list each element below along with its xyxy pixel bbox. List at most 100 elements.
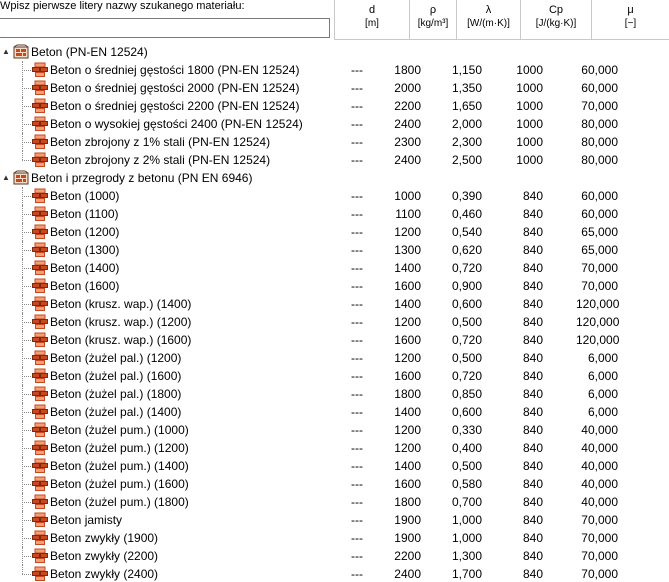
material-row[interactable]: Beton (1100) --- 1100 0,460 840 60,000 [0,205,669,223]
material-item-icon [32,566,48,582]
material-row[interactable]: Beton (żużel pal.) (1200) --- 1200 0,500 840… [0,349,669,367]
material-row[interactable]: Beton (żużel pal.) (1400) --- 1400 0,600 840… [0,403,669,421]
cell-lambda: 0,720 [451,369,482,383]
material-row[interactable]: Beton zbrojony z 1% stali (PN-EN 12524) -… [0,133,669,151]
cell-d: --- [351,297,363,311]
cell-d: --- [351,261,363,275]
material-row[interactable]: Beton zwykły (1900) --- 1900 1,000 840 70,000 [0,529,669,547]
table-header: Wpisz pierwsze litery nazwy szukanego ma… [0,0,669,40]
material-row[interactable]: Beton (żużel pum.) (1200) --- 1200 0,400 840… [0,439,669,457]
cell-mu: 6,000 [587,351,618,365]
column-header-lambda[interactable]: λ [W/(m·K)] [456,0,520,40]
tree-guide-line [22,430,31,431]
cell-rho: 1200 [394,441,421,455]
column-header-d[interactable]: d [m] [334,0,409,40]
material-item-icon [32,422,48,438]
material-row[interactable]: Beton zbrojony z 2% stali (PN-EN 12524) -… [0,151,669,169]
cell-mu: 60,000 [581,207,618,221]
tree-guide-line [22,412,31,413]
material-name: Beton zwykły (1900) [50,531,159,545]
cell-d: --- [351,189,363,203]
cell-d: --- [351,117,363,131]
material-row[interactable]: Beton zwykły (2200) --- 2200 1,300 840 70,000 [0,547,669,565]
material-row[interactable]: Beton (krusz. wap.) (1200) --- 1200 0,500 84… [0,313,669,331]
cell-rho: 1400 [394,459,421,473]
material-name: Beton o średniej gęstości 2000 (PN-EN 12… [50,81,300,95]
material-row[interactable]: Beton o średniej gęstości 1800 (PN-EN 12… [0,61,669,79]
material-name: Beton (żużel pum.) (1000) [50,423,189,437]
tree-guide-line [22,574,31,575]
material-row[interactable]: Beton (1400) --- 1400 0,720 840 70,000 [0,259,669,277]
column-header-rho[interactable]: ρ [kg/m³] [409,0,456,40]
material-row[interactable]: Beton (żużel pum.) (1400) --- 1400 0,500 840… [0,457,669,475]
material-tree[interactable]: ▲ Beton (PN-EN 12524) Beton o średniej gęs… [0,43,669,582]
cell-d: --- [351,549,363,563]
cell-mu: 40,000 [581,495,618,509]
material-row[interactable]: Beton (żużel pum.) (1800) --- 1800 0,700 840… [0,493,669,511]
cell-cp: 840 [522,351,543,365]
tree-guide-line [22,538,31,539]
cell-d: --- [351,153,363,167]
material-item-icon [32,458,48,474]
material-item-icon [32,278,48,294]
cell-d: --- [351,207,363,221]
column-header-mu[interactable]: μ [−] [591,0,669,40]
material-row[interactable]: Beton zwykły (2400) --- 2400 1,700 840 70,000 [0,565,669,582]
tree-guide-line [22,106,31,107]
material-item-icon [32,62,48,78]
material-row[interactable]: Beton jamisty --- 1900 1,000 840 70,000 [0,511,669,529]
material-item-icon [32,314,48,330]
tree-guide-line [22,394,31,395]
tree-guide-line [22,520,31,521]
material-row[interactable]: Beton o średniej gęstości 2200 (PN-EN 12… [0,97,669,115]
tree-guide-line [22,448,31,449]
tree-guide-line [22,70,31,71]
material-item-icon [32,368,48,384]
material-row[interactable]: Beton (1300) --- 1300 0,620 840 65,000 [0,241,669,259]
material-row[interactable]: Beton (1000) --- 1000 0,390 840 60,000 [0,187,669,205]
material-row[interactable]: Beton (żużel pal.) (1600) --- 1600 0,720 840… [0,367,669,385]
search-input[interactable] [0,18,330,38]
material-item-icon [32,152,48,168]
cell-rho: 1400 [394,405,421,419]
material-row[interactable]: Beton (żużel pum.) (1600) --- 1600 0,580 840… [0,475,669,493]
cell-mu: 65,000 [581,243,618,257]
material-item-icon [32,188,48,204]
cell-mu: 80,000 [581,135,618,149]
cell-cp: 840 [522,189,543,203]
material-row[interactable]: Beton (1600) --- 1600 0,900 840 70,000 [0,277,669,295]
cell-mu: 80,000 [581,117,618,131]
column-header-cp[interactable]: Cp [J/(kg·K)] [520,0,591,40]
material-name: Beton (żużel pum.) (1200) [50,441,189,455]
cell-mu: 70,000 [581,531,618,545]
material-row[interactable]: Beton (krusz. wap.) (1600) --- 1600 0,720 84… [0,331,669,349]
cell-d: --- [351,369,363,383]
material-name: Beton (żużel pal.) (1600) [50,369,182,383]
material-name: Beton o wysokiej gęstości 2400 (PN-EN 12… [50,117,303,131]
material-row[interactable]: Beton (żużel pum.) (1000) --- 1200 0,330 840… [0,421,669,439]
cell-cp: 840 [522,495,543,509]
cell-d: --- [351,243,363,257]
collapse-arrow-icon[interactable]: ▲ [1,47,11,57]
material-name: Beton (żużel pal.) (1400) [50,405,182,419]
cell-d: --- [351,387,363,401]
material-group-icon [13,44,29,60]
tree-group-row[interactable]: ▲ Beton (PN-EN 12524) [0,43,669,61]
tree-guide-line [22,160,31,161]
material-row[interactable]: Beton (żużel pal.) (1800) --- 1800 0,850 840… [0,385,669,403]
collapse-arrow-icon[interactable]: ▲ [1,173,11,183]
cell-lambda: 1,150 [451,63,482,77]
cell-cp: 840 [522,459,543,473]
material-row[interactable]: Beton (krusz. wap.) (1400) --- 1400 0,600 84… [0,295,669,313]
material-item-icon [32,134,48,150]
material-row[interactable]: Beton o wysokiej gęstości 2400 (PN-EN 12… [0,115,669,133]
cell-lambda: 0,330 [451,423,482,437]
cell-mu: 120,000 [576,315,620,329]
tree-group-row[interactable]: ▲ Beton i przegrody z betonu (PN EN 6946) [0,169,669,187]
cell-cp: 1000 [516,153,543,167]
material-row[interactable]: Beton (1200) --- 1200 0,540 840 65,000 [0,223,669,241]
cell-rho: 2200 [394,549,421,563]
cell-mu: 60,000 [581,189,618,203]
material-name: Beton (krusz. wap.) (1200) [50,315,192,329]
material-row[interactable]: Beton o średniej gęstości 2000 (PN-EN 12… [0,79,669,97]
